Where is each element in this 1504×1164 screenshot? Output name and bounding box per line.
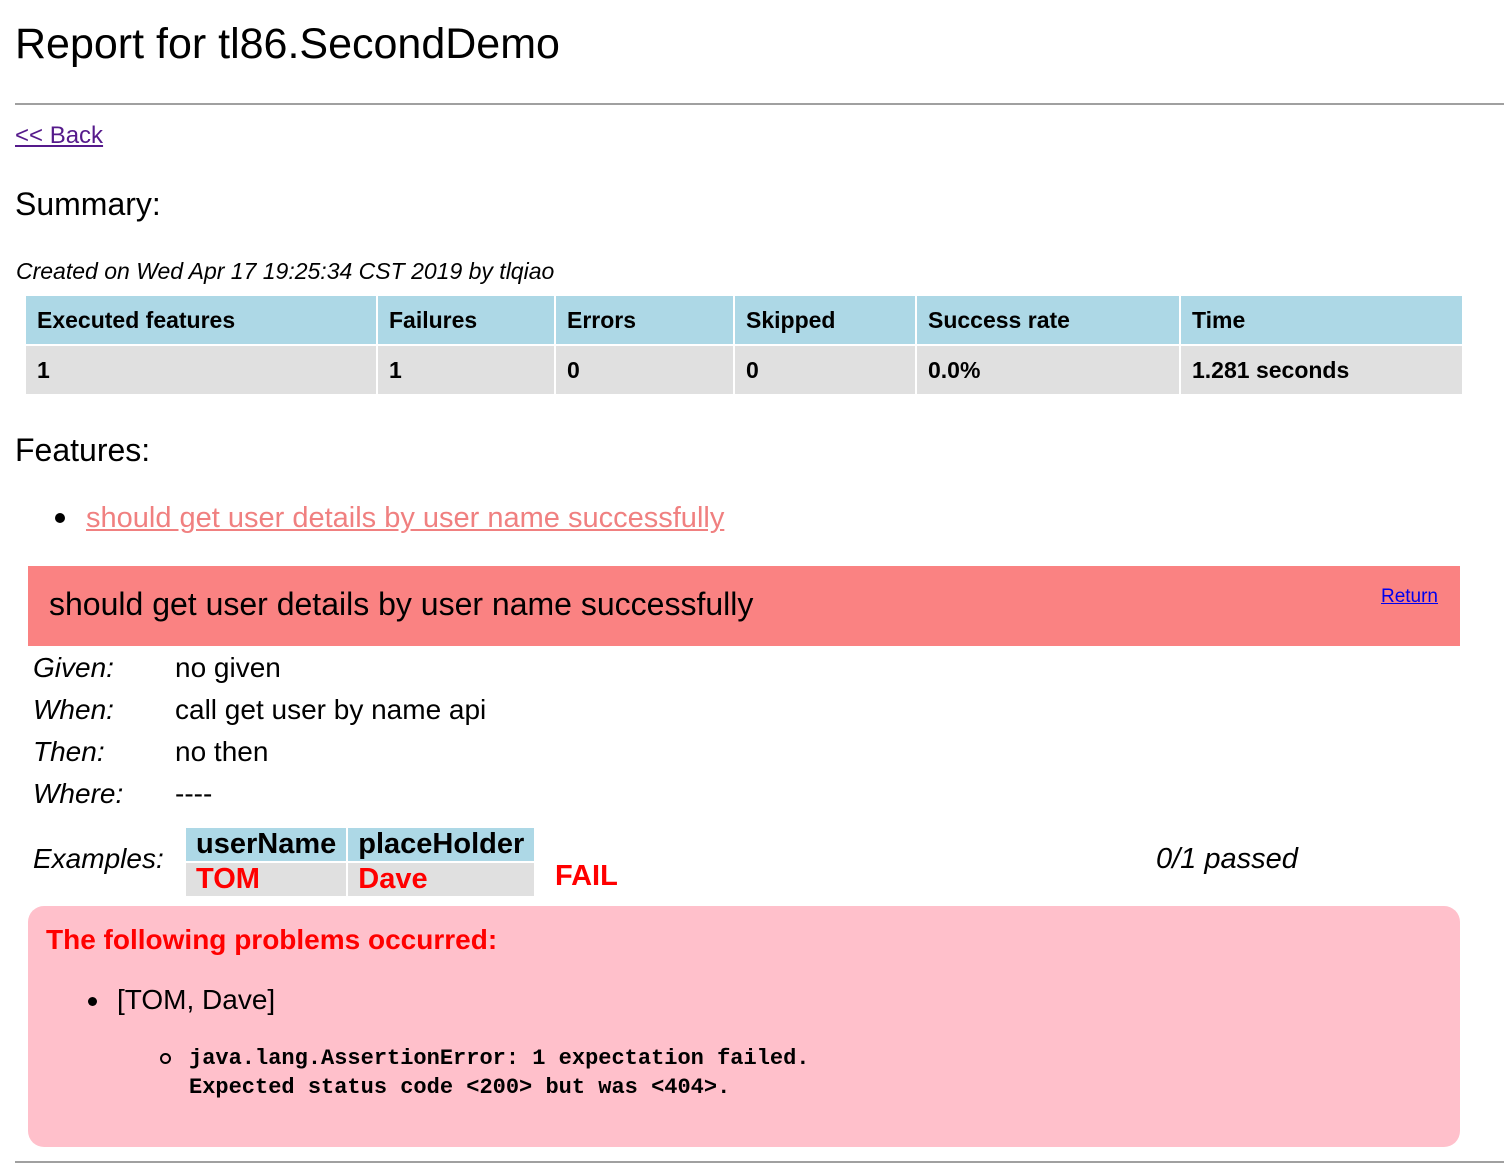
when-label: When:	[33, 694, 114, 725]
given-text: no given	[175, 652, 281, 683]
feature-header: should get user details by user name suc…	[28, 566, 1460, 646]
when-text: call get user by name api	[175, 694, 487, 725]
feature-title: should get user details by user name suc…	[49, 586, 754, 622]
value-failures: 1	[378, 346, 554, 394]
value-skipped: 0	[735, 346, 915, 394]
summary-value-row: 1 1 0 0 0.0% 1.281 seconds	[26, 346, 1462, 394]
value-success-rate: 0.0%	[917, 346, 1179, 394]
header-placeholder: placeHolder	[348, 828, 535, 861]
created-info: Created on Wed Apr 17 19:25:34 CST 2019 …	[16, 258, 555, 284]
header-time: Time	[1181, 296, 1462, 344]
examples-label: Examples:	[33, 843, 164, 874]
examples-table: userName placeHolder TOM Dave	[184, 826, 536, 898]
top-divider	[15, 103, 1504, 105]
problems-panel: The following problems occurred: [TOM, D…	[28, 906, 1460, 1147]
header-success-rate: Success rate	[917, 296, 1179, 344]
then-label: Then:	[33, 736, 105, 767]
bullet-icon	[55, 513, 65, 523]
header-errors: Errors	[556, 296, 733, 344]
passed-count: 0/1 passed	[1156, 843, 1298, 875]
back-link[interactable]: << Back	[15, 122, 103, 150]
cell-placeholder: Dave	[348, 863, 535, 896]
feature-link[interactable]: should get user details by user name suc…	[86, 502, 724, 535]
value-errors: 0	[556, 346, 733, 394]
examples-row: TOM Dave	[186, 863, 535, 896]
header-username: userName	[186, 828, 347, 861]
value-time: 1.281 seconds	[1181, 346, 1462, 394]
summary-header-row: Executed features Failures Errors Skippe…	[26, 296, 1462, 344]
where-text: ----	[175, 778, 213, 809]
header-failures: Failures	[378, 296, 554, 344]
problem-item: [TOM, Dave]	[117, 984, 276, 1015]
fail-status: FAIL	[555, 860, 618, 892]
then-text: no then	[175, 736, 269, 767]
bottom-divider	[15, 1161, 1504, 1163]
header-skipped: Skipped	[735, 296, 915, 344]
return-link[interactable]: Return	[1381, 586, 1438, 608]
where-label: Where:	[33, 778, 124, 809]
cell-username: TOM	[186, 863, 347, 896]
circle-bullet-icon	[160, 1053, 171, 1064]
given-label: Given:	[33, 652, 114, 683]
summary-heading: Summary:	[15, 186, 161, 222]
summary-table: Executed features Failures Errors Skippe…	[24, 294, 1464, 396]
header-executed-features: Executed features	[26, 296, 376, 344]
bullet-icon	[88, 997, 97, 1006]
examples-header-row: userName placeHolder	[186, 828, 535, 861]
page-title: Report for tl86.SecondDemo	[15, 20, 560, 68]
problems-title: The following problems occurred:	[46, 924, 498, 955]
features-heading: Features:	[15, 432, 151, 468]
error-message: java.lang.AssertionError: 1 expectation …	[189, 1046, 810, 1100]
value-executed-features: 1	[26, 346, 376, 394]
